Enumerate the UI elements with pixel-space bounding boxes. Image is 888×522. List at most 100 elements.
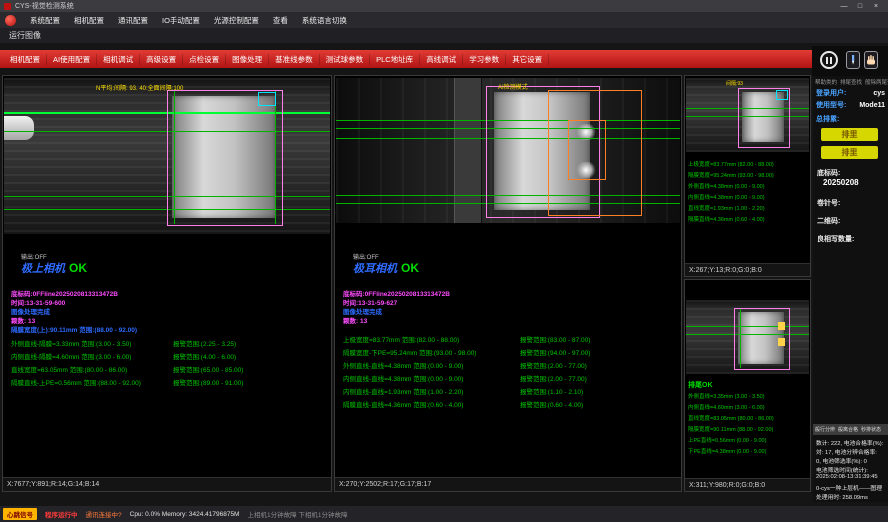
menu-item-language-switch[interactable]: 系统语言切换 [295,15,354,26]
cpu-memory-status: Cpu: 0.0% Memory: 3424.41796875M [130,511,240,518]
toolbar-learning-params[interactable]: 学习参数 [463,54,506,65]
tool-button-hand[interactable] [864,51,878,69]
measure-line: 直线宽度=1.93mm (1.00 - 2.20) [688,204,765,212]
mini-tab-row: 帮助类的 排尾查找 般除两尾查 [815,78,888,86]
toolbar-camera-config[interactable]: 相机配置 [4,54,47,65]
toolbar-testball-params[interactable]: 测试球参数 [320,54,371,65]
menu-item-system-config[interactable]: 系统配置 [23,15,67,26]
app-icon [4,3,11,10]
roi-box-orange-small [568,120,606,180]
hand-icon [866,55,876,66]
stats-tab-3[interactable]: 秒排状态 [861,426,881,433]
camera-image-small-bottom[interactable] [686,300,809,374]
measure-line: 内侧直线=4.38mm (0.00 - 9.00) [688,193,765,201]
pause-button[interactable] [820,51,838,69]
menu-bar: 系统配置 相机配置 通讯配置 IO手动配置 光源控制配置 查看 系统语言切换 [0,12,888,28]
mini-tab-2[interactable]: 排尾查找 [840,78,862,86]
count-line: 颗数: 13 [343,315,367,325]
mini-tab-1[interactable]: 帮助类的 [815,78,837,86]
cursor-position-bar: X:7677;Y:891;R:14;G:14;B:14 [3,477,331,491]
measure-line: 外侧直线-直线=4.38mm 范围:(0.00 - 9.00) [343,360,463,370]
alarm-line: 报警范围:(65.00 - 85.00) [173,364,243,374]
camera-panel-left: N平均:间隔: 93. 40:全面间隔:100 输出:OFF 极上相机OK 底标… [2,75,332,492]
camera-panel-small-bottom: 排尾OK 外侧直线=3.35mm (3.00 - 3.50) 内侧直线=4.60… [684,279,811,492]
toolbar-spot-check[interactable]: 点检设置 [183,54,226,65]
menu-item-comm-config[interactable]: 通讯配置 [111,15,155,26]
ok-badge: OK [69,261,87,275]
camera-panel-small-top: 间隔:93 上极宽度=83.77mm (82.00 - 88.00) 隔膜宽度=… [684,75,811,277]
discharge-button-1[interactable]: 排里 [821,128,878,141]
main-toolbar: 相机配置 AI使用配置 相机调试 高级设置 点检设置 图像处理 基准线参数 测试… [0,50,812,68]
measure-line: 隔膜宽度=90.11mm (88.00 - 92.00) [688,425,773,433]
login-label: 登录用户: [816,88,846,98]
close-button[interactable]: × [868,3,884,10]
measure-line: 内侧直线-隔膜=4.60mm 范围:(3.00 - 6.00) [11,351,131,361]
stats-tab-1[interactable]: 般行分辨 [815,426,835,433]
roi-box-cyan [258,92,276,106]
toolbar-image-process[interactable]: 图像处理 [226,54,269,65]
menu-item-light-control-config[interactable]: 光源控制配置 [207,15,266,26]
run-image-tab-row: 运行图像 [0,28,888,43]
qrcode-field-label: 二维码: [817,216,840,226]
maximize-button[interactable]: □ [852,3,868,10]
measure-line: 隔膜宽度=95.24mm (93.00 - 98.00) [688,171,774,179]
tab-run-image[interactable]: 运行图像 [0,30,41,41]
measure-line: 隔膜宽度-下PE=95.24mm 范围:(93.00 - 98.00) [343,347,476,357]
alarm-line: 报警范围:(2.00 - 77.00) [520,360,587,370]
alarm-line: 报警范围:(1.10 - 2.10) [520,386,583,396]
stats-tab-row: 般行分辨 般离合格 秒排状态 [813,424,888,435]
pause-icon [826,57,828,64]
toolbar-advanced-settings[interactable]: 高级设置 [140,54,183,65]
menu-item-io-manual-config[interactable]: IO手动配置 [155,15,207,26]
measure-line: 外侧直线-隔膜=3.33mm 范围:(3.00 - 3.50) [11,338,131,348]
measure-line: 上极宽度=83.77mm (82.00 - 88.00) [688,160,774,168]
measure-line: 上极宽度=83.77mm 范围:(82.00 - 88.00) [343,334,459,344]
login-row: 登录用户: cys [816,88,885,98]
measure-line: 直线宽度=83.05mm (80.00 - 86.00) [688,414,774,422]
camera-title: 极耳相机 [353,263,397,275]
model-row: 使用型号: Mode11 [816,100,885,110]
toolbar-ai-config[interactable]: AI使用配置 [47,54,97,65]
menu-item-camera-config[interactable]: 相机配置 [67,15,111,26]
ok-badge: 排尾OK [688,380,713,390]
toolbar-plc-address[interactable]: PLC地址库 [370,54,420,65]
toolbar-other-settings[interactable]: 其它设置 [506,54,549,65]
camera-panel-right: AI检测模式 输出:OFF 极耳相机OK 底标码:0FFline20250208… [334,75,682,492]
stats-line: 数计: 222, 电池合格率(%): [816,438,883,447]
connector-part [4,116,34,140]
camera-fault-status: 上相机1分钟故障 下相机1分钟故障 [247,509,347,519]
mini-tab-3[interactable]: 般除两尾查 [865,78,888,86]
toolbar-highline-debug[interactable]: 高线调试 [420,54,463,65]
toolbar-baseline-params[interactable]: 基准线参数 [269,54,320,65]
camera-result: 极上相机OK [21,259,87,277]
overlay-measure-label: 间隔:93 [726,80,743,87]
alarm-line: 报警范围:(83.00 - 87.00) [520,334,590,344]
ai-mode-label: AI检测模式 [498,82,528,91]
camera-image-right[interactable]: AI检测模式 [336,78,680,223]
toolbar-camera-debug[interactable]: 相机调试 [97,54,140,65]
discharge-button-2[interactable]: 排里 [821,146,878,159]
tool-button-group [812,46,888,76]
tool-button-pen[interactable] [846,51,860,69]
info-line: 隔膜宽度(上):90.11mm 范围:(88.00 - 92.00) [11,324,137,334]
roi-box-cyan [776,90,788,100]
status-taskbar: 心跳信号 程序运行中 通讯连接中? Cpu: 0.0% Memory: 3424… [0,506,888,522]
alarm-line: 报警范围:(89.00 - 91.00) [173,377,243,387]
alarm-line: 报警范围:(2.00 - 77.00) [520,373,587,383]
measure-line: 隔膜直线-直线=4.36mm 范围:(0.60 - 4.00) [343,399,463,409]
camera-image-left[interactable]: N平均:间隔: 93. 40:全面间隔:100 [4,78,330,234]
camera-image-small-top[interactable]: 间隔:93 [686,78,809,152]
menu-item-view[interactable]: 查看 [266,15,295,26]
stats-tab-2[interactable]: 般离合格 [838,426,858,433]
measure-line: 内侧直线-直线=4.38mm 范围:(0.00 - 9.00) [343,373,463,383]
barcode-field-value: 20250208 [823,178,859,187]
pen-icon [849,55,857,66]
program-run-status: 程序运行中 [45,509,78,519]
alarm-line: 报警范围:(4.00 - 6.00) [173,351,236,361]
alarm-line: 报警范围:(0.60 - 4.00) [520,399,583,409]
model-value: Mode11 [859,102,885,109]
minimize-button[interactable]: — [836,3,852,10]
measure-line: 内侧直线-直线=1.93mm 范围:(1.00 - 2.20) [343,386,463,396]
measure-line: 上PE直线=0.56mm (0.00 - 9.00) [688,436,766,444]
measure-line: 隔膜直线-上PE=0.56mm 范围:(88.00 - 92.00) [11,377,141,387]
